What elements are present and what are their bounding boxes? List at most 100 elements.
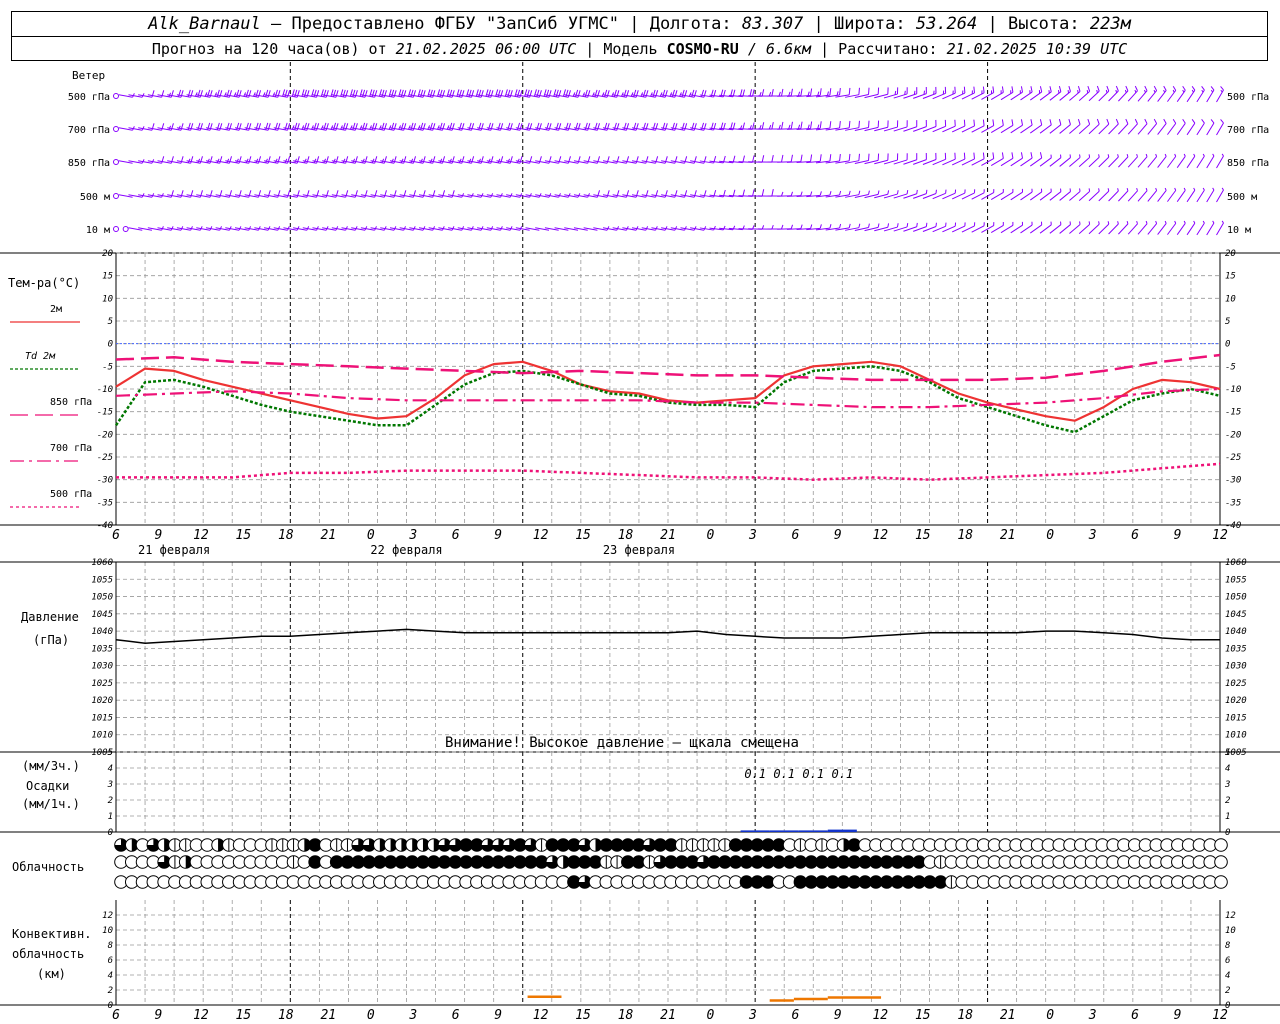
convective-axis-label-2: облачность [12,947,84,961]
wind-barb-flag [446,125,450,130]
wind-barb-flag [1182,89,1185,93]
wind-barb-flag [839,190,842,196]
wind-barb-flag [913,90,916,95]
y-tick-label-left: -5 [102,362,113,372]
wind-barb-flag [1191,86,1196,91]
wind-barb-staff [1069,157,1081,167]
wind-barb-flag [713,225,716,231]
wind-barb-staff [1069,224,1081,234]
wind-barb-staff [1059,157,1071,167]
convective-axis-label: Конвективн. [12,927,91,941]
y-tick-label-left: 20 [102,249,113,259]
day-label: 22 февраля [370,543,442,557]
wind-calm-marker [113,93,119,99]
wind-calm-marker [113,159,119,165]
wind-barb-flag [291,125,295,130]
wind-barb-staff [1030,157,1042,167]
wind-barb-flag [1164,187,1167,191]
wind-barb-flag [1145,220,1148,224]
x-tick-label-bottom: 12 [872,1008,888,1023]
wind-barb-flag [1163,118,1167,124]
wind-barb-flag [1136,220,1138,224]
wind-barb-staff [1137,223,1148,235]
wind-barb-flag [778,91,781,97]
y-tick-label-left: 1015 [91,713,113,723]
x-tick-label-bottom: 12 [193,1008,209,1023]
wind-barb-staff [1167,123,1177,135]
wind-barb-flag [916,189,918,194]
y-tick-label-left: 3 [107,780,113,790]
wind-barb-staff [1127,123,1138,135]
wind-barb-flag [807,124,810,129]
wind-barb-flag [1105,89,1108,93]
wind-barb-flag [1117,154,1119,158]
wind-barb-flag [1153,118,1158,124]
wind-barb-flag [378,125,382,130]
wind-barb-flag [904,90,906,95]
wind-barb-staff [1137,190,1148,202]
wind-barb-staff [1039,157,1052,167]
y-tick-label-right: 5 [1225,317,1230,327]
wind-barb-flag [1136,187,1138,191]
y-tick-label-right: 4 [1225,971,1230,981]
wind-barb-flag [1144,89,1146,93]
wind-barb-staff [1030,191,1042,201]
y-tick-label-left: 1040 [91,627,113,637]
wind-barb-staff [1196,222,1205,236]
precip-bar [798,830,828,832]
y-tick-label-right: 1050 [1225,593,1247,603]
wind-barb-flag [810,154,813,162]
y-tick-label-left: 15 [102,272,113,282]
wind-barb-flag [1001,152,1004,159]
wind-barb-flag [819,191,822,196]
x-tick-label: 15 [915,528,931,543]
wind-barb-flag [253,92,256,97]
wind-barb-flag [797,124,801,129]
y-tick-label-right: 1 [1225,812,1230,822]
wind-barb-staff [1206,189,1215,203]
x-tick-label: 12 [872,528,888,543]
y-tick-label-right: -5 [1225,362,1236,372]
cloud-cover-symbol [1214,838,1228,852]
x-tick-label-bottom: 18 [957,1008,973,1023]
wind-barb-flag [829,88,832,96]
wind-barb-staff [1118,223,1129,235]
wind-barb-flag [640,92,644,97]
precip-amount-label: 0.1 [773,767,795,781]
x-tick-label-bottom: 0 [367,1008,375,1023]
x-tick-label: 0 [707,528,715,543]
wind-barb-flag [1039,152,1043,159]
wind-barb-flag [369,125,372,130]
wind-calm-marker [113,193,119,199]
x-tick-label-bottom: 18 [278,1008,294,1023]
wind-barb-staff [1176,122,1186,136]
wind-barb-flag [1210,119,1215,124]
wind-barb-flag [963,152,966,160]
wind-barb-staff [1137,123,1148,135]
wind-barb-flag [1068,86,1071,92]
wind-barb-flag [1126,188,1129,192]
y-tick-label-right: -15 [1225,408,1241,418]
wind-barb-staff [1088,123,1100,135]
wind-barb-staff [1020,157,1033,167]
x-tick-label-bottom: 6 [791,1008,799,1023]
precip-bar [740,830,770,832]
wind-barb-staff [1176,222,1186,236]
wind-barb-flag [1183,220,1186,224]
y-tick-label-right: 1045 [1225,610,1247,620]
wind-barb-staff [1186,155,1196,169]
wind-barb-flag [1039,86,1043,93]
wind-barb-staff [1108,190,1119,202]
wind-barb-staff [1000,224,1014,234]
wind-barb-staff [1216,189,1224,203]
wind-barb-flag [790,224,794,229]
wind-barb-flag [1210,86,1215,91]
wind-barb-flag [1155,187,1158,191]
x-tick-label: 21 [660,528,676,543]
x-tick-label: 9 [155,528,163,543]
x-tick-label-bottom: 3 [408,1008,417,1023]
wind-barb-flag [781,154,784,163]
x-tick-label: 9 [494,528,502,543]
precip-axis-label: Осадки [26,779,69,793]
y-tick-label-right: 2 [1225,796,1230,806]
